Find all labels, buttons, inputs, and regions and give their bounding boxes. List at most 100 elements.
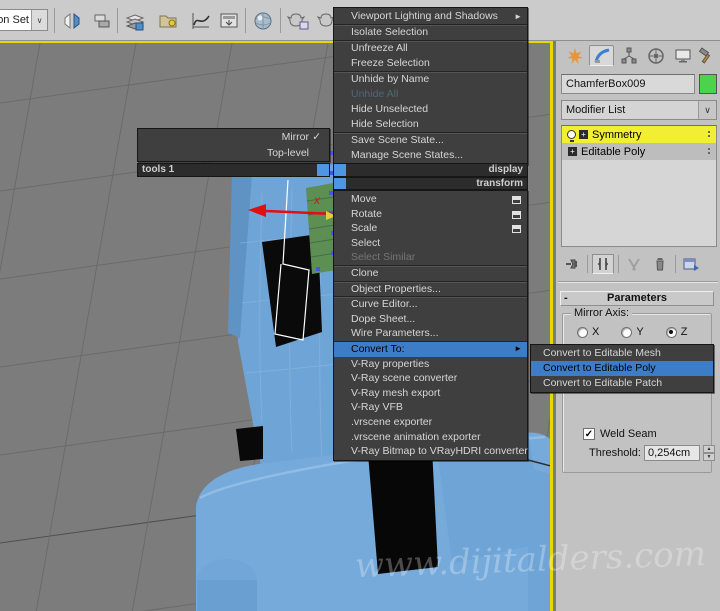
schematic-view-button[interactable] [216,8,242,34]
menu-item-viewport-lighting-and-shadows[interactable]: Viewport Lighting and Shadows ► [334,9,527,24]
modifier-list-label: Modifier List [566,104,626,116]
menu-item-vray-vfb[interactable]: V-Ray VFB [334,400,527,415]
menu-item-dope-sheet[interactable]: Dope Sheet... [334,312,527,327]
menu-item-move[interactable]: Move [334,192,527,207]
threshold-field[interactable]: 0,254cm [643,445,700,461]
menu-item-freeze-selection[interactable]: Freeze Selection [334,56,527,71]
modifier-list-dropdown[interactable]: Modifier List ∨ [561,100,717,120]
menu-item-vray-properties[interactable]: V-Ray properties [334,357,527,372]
tab-display[interactable] [670,45,695,66]
toolbar-separator [245,8,246,33]
parameters-rollout-header[interactable]: - Parameters [560,291,714,306]
material-editor-button[interactable] [250,8,276,34]
tab-create[interactable] [562,45,587,66]
modifier-stack-item-symmetry[interactable]: + Symmetry [562,126,716,143]
spinner-up-icon[interactable]: ▲ [702,445,715,453]
menu-item-mirror[interactable]: Mirror ✓ [138,129,329,145]
menu-item-isolate-selection[interactable]: Isolate Selection [334,25,527,40]
quad-title: tools 1 [142,164,175,175]
menu-item-manage-scene-states[interactable]: Manage Scene States... [334,148,527,163]
threshold-spinner[interactable]: ▲ ▼ [702,445,715,461]
settings-box-icon[interactable] [512,210,521,219]
chevron-down-icon[interactable]: ∨ [698,101,716,119]
tab-utilities[interactable] [693,45,718,66]
make-unique-icon [628,258,640,271]
show-end-result-button[interactable] [592,254,614,274]
pin-stack-button[interactable] [561,254,583,274]
expand-icon[interactable]: + [579,130,588,139]
menu-item-convert-to-editable-poly[interactable]: Convert to Editable Poly [531,361,713,376]
weld-seam-label: Weld Seam [600,428,657,440]
modify-icon [594,48,609,63]
remove-modifier-button[interactable] [649,254,671,274]
menu-item-vray-mesh-export[interactable]: V-Ray mesh export [334,386,527,401]
submenu-arrow-icon: ► [514,12,522,21]
display-quad-title-bar[interactable]: display [333,163,528,177]
menu-item-hide-unselected[interactable]: Hide Unselected [334,102,527,117]
object-color-swatch[interactable] [699,74,717,94]
tab-hierarchy[interactable] [616,45,641,66]
mirror-icon [64,12,80,30]
menu-item-vray-bitmap-to-vrayhdri[interactable]: V-Ray Bitmap to VRayHDRI converter [334,444,528,459]
modifier-stack-toolbar [561,253,717,275]
menu-item-vrscene-animation-exporter[interactable]: .vrscene animation exporter [334,430,527,445]
radio-label: Y [636,326,644,338]
scene-explorer-button[interactable] [155,8,181,34]
modifier-label: Symmetry [592,128,642,141]
stack-dots [706,146,712,156]
pin-stack-icon [566,259,577,269]
menu-item-vray-scene-converter[interactable]: V-Ray scene converter [334,371,527,386]
settings-box-icon[interactable] [512,196,521,204]
collapse-icon[interactable]: - [564,292,568,305]
stack-dots [706,129,712,139]
layer-manager-button[interactable] [122,8,148,34]
radio-y[interactable]: Y [621,326,644,338]
align-button[interactable] [89,8,115,34]
menu-item-convert-to-editable-mesh[interactable]: Convert to Editable Mesh [531,346,713,361]
curve-editor-button[interactable] [188,8,214,34]
menu-item-convert-to-editable-patch[interactable]: Convert to Editable Patch [531,376,713,391]
tab-motion[interactable] [643,45,668,66]
radio-z[interactable]: Z [665,326,687,338]
lightbulb-icon[interactable] [567,130,576,142]
menu-item-curve-editor[interactable]: Curve Editor... [334,297,527,312]
menu-item-object-properties[interactable]: Object Properties... [334,282,527,297]
settings-box-icon[interactable] [512,225,521,234]
configure-modifier-sets-icon [683,258,699,271]
spinner-down-icon[interactable]: ▼ [702,453,715,461]
menu-item-unhide-by-name[interactable]: Unhide by Name [334,72,527,87]
tools-quad-title-bar[interactable]: tools 1 [137,163,330,177]
menu-item-rotate[interactable]: Rotate [334,207,527,222]
weld-seam-checkbox[interactable]: ✓ [583,428,595,440]
object-name-field[interactable]: ChamferBox009 [561,74,695,94]
tab-modify[interactable] [589,45,614,66]
chevron-down-icon[interactable]: ∨ [31,10,47,30]
menu-item-convert-to[interactable]: Convert To: ► [334,341,527,357]
named-selection-set-dropdown[interactable]: on Set ∨ [0,9,48,31]
menu-item-clone[interactable]: Clone [334,266,527,281]
configure-modifier-sets-button[interactable] [680,254,702,274]
toolbar-separator [54,8,55,33]
modifier-stack-item-editable-poly[interactable]: + Editable Poly [562,143,716,160]
transform-quad-title-bar[interactable]: transform [333,176,528,190]
expand-icon[interactable]: + [568,147,577,156]
mirror-button[interactable] [59,8,85,34]
command-panel: ChamferBox009 Modifier List ∨ + Symmetry… [556,41,720,611]
quad-title: transform [476,177,523,189]
menu-item-unfreeze-all[interactable]: Unfreeze All [334,41,527,56]
render-setup-icon [286,13,309,30]
render-setup-button[interactable] [285,8,311,34]
radio-x[interactable]: X [577,326,599,338]
make-unique-button[interactable] [623,254,645,274]
menu-item-hide-selection[interactable]: Hide Selection [334,117,527,132]
transform-quad-menu: Move Rotate Scale Select Select Similar … [333,190,528,461]
menu-item-save-scene-state[interactable]: Save Scene State... [334,133,527,148]
menu-item-vrscene-exporter[interactable]: .vrscene exporter [334,415,527,430]
submenu-arrow-icon: ► [514,343,522,353]
menu-item-scale[interactable]: Scale [334,221,527,236]
menu-item-select[interactable]: Select [334,236,527,251]
weld-seam-row: ✓ Weld Seam [583,428,657,440]
panel-divider [558,281,718,282]
menu-item-top-level[interactable]: Top-level [138,145,329,161]
menu-item-wire-parameters[interactable]: Wire Parameters... [334,326,527,341]
